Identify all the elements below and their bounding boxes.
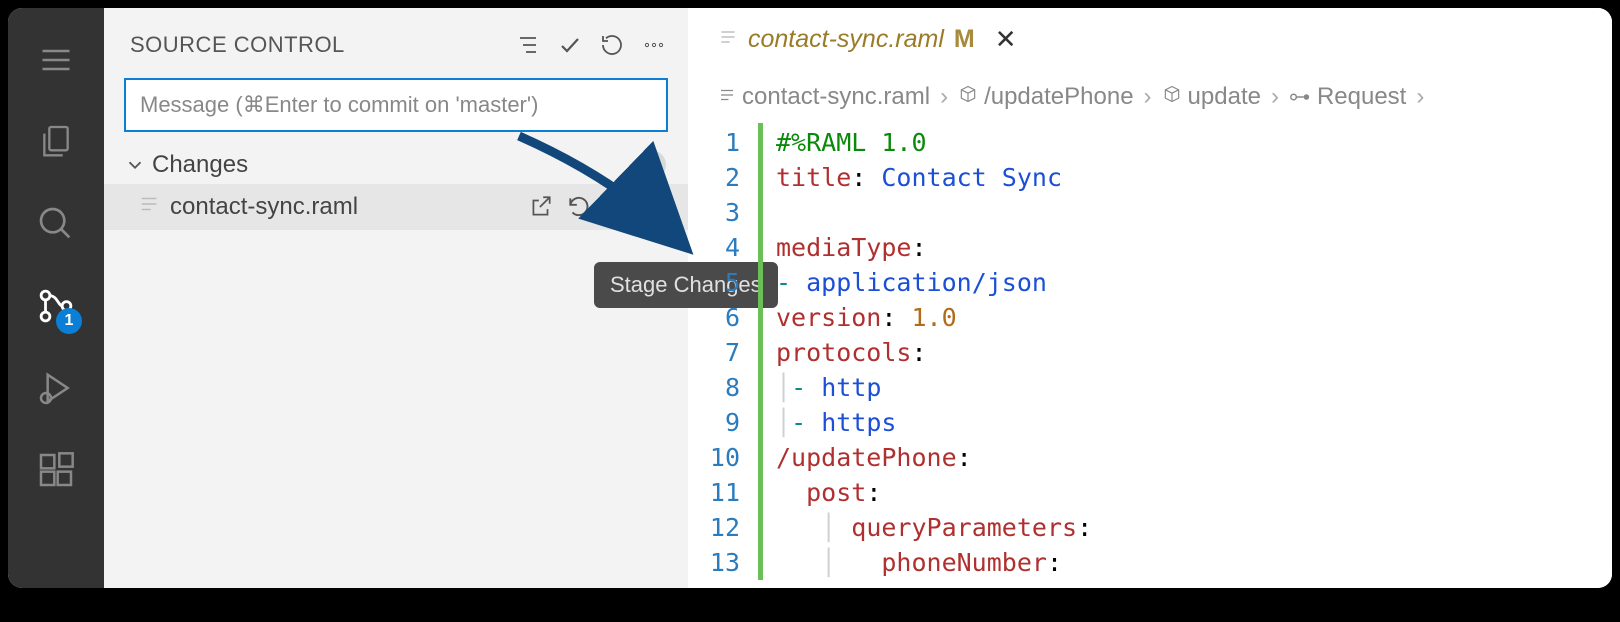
tab-file-status: M — [954, 25, 975, 54]
breadcrumb-seg-2-label: update — [1188, 83, 1261, 111]
code-line[interactable]: 12 │ queryParameters: — [688, 510, 1612, 545]
breadcrumb-file-label: contact-sync.raml — [742, 83, 930, 111]
debug-icon[interactable] — [32, 364, 80, 412]
changed-file-name: contact-sync.raml — [170, 193, 526, 221]
link-icon — [1289, 83, 1311, 111]
stage-changes-button[interactable] — [602, 192, 632, 222]
breadcrumb-seg-3-label: Request — [1317, 83, 1406, 111]
search-icon[interactable] — [32, 200, 80, 248]
editor-area: contact-sync.raml M ✕ contact-sync.raml … — [688, 8, 1612, 588]
source-control-panel: SOURCE CONTROL — [104, 8, 688, 588]
diff-gutter-indicator — [758, 123, 763, 580]
line-number: 9 — [688, 405, 750, 440]
line-number: 5 — [688, 265, 750, 300]
code-editor[interactable]: 1#%RAML 1.02title: Contact Sync34mediaTy… — [688, 119, 1612, 580]
line-number: 4 — [688, 230, 750, 265]
code-text: - application/json — [750, 265, 1047, 300]
open-file-icon[interactable] — [526, 192, 556, 222]
changed-file-row[interactable]: contact-sync.raml M — [104, 184, 688, 230]
breadcrumb-seg-2[interactable]: update — [1162, 83, 1261, 111]
commit-icon[interactable] — [558, 33, 582, 57]
code-line[interactable]: 3 — [688, 195, 1612, 230]
code-line[interactable]: 11 post: — [688, 475, 1612, 510]
chevron-down-icon — [124, 154, 146, 176]
code-text: #%RAML 1.0 — [750, 125, 927, 160]
code-text: /updatePhone: — [750, 440, 972, 475]
file-icon — [718, 25, 738, 54]
tab-file-name: contact-sync.raml — [748, 25, 944, 54]
code-line[interactable]: 2title: Contact Sync — [688, 160, 1612, 195]
breadcrumb: contact-sync.raml › /updatePhone › updat… — [688, 61, 1612, 119]
chevron-right-icon: › — [1416, 83, 1424, 111]
line-number: 13 — [688, 545, 750, 580]
code-line[interactable]: 13 │ phoneNumber: — [688, 545, 1612, 580]
menu-icon[interactable] — [32, 36, 80, 84]
refresh-icon[interactable] — [600, 33, 624, 57]
code-line[interactable]: 6version: 1.0 — [688, 300, 1612, 335]
file-icon — [138, 193, 160, 222]
line-number: 12 — [688, 510, 750, 545]
code-line[interactable]: 10/updatePhone: — [688, 440, 1612, 475]
cube-icon — [958, 83, 978, 111]
code-text: │- https — [750, 405, 896, 440]
line-number: 3 — [688, 195, 750, 230]
chevron-right-icon: › — [1144, 83, 1152, 111]
changes-section[interactable]: Changes 1 — [104, 146, 688, 184]
changes-label: Changes — [152, 151, 636, 179]
editor-tab[interactable]: contact-sync.raml M ✕ — [718, 24, 1017, 55]
code-line[interactable]: 1#%RAML 1.0 — [688, 125, 1612, 160]
line-number: 7 — [688, 335, 750, 370]
breadcrumb-file[interactable]: contact-sync.raml — [718, 83, 930, 111]
chevron-right-icon: › — [940, 83, 948, 111]
line-number: 1 — [688, 125, 750, 160]
line-number: 10 — [688, 440, 750, 475]
code-line[interactable]: 9│- https — [688, 405, 1612, 440]
code-text: │ phoneNumber: — [750, 545, 1062, 580]
line-number: 8 — [688, 370, 750, 405]
file-icon — [718, 83, 736, 111]
chevron-right-icon: › — [1271, 83, 1279, 111]
line-number: 6 — [688, 300, 750, 335]
commit-message-input[interactable] — [140, 92, 652, 118]
code-text: mediaType: — [750, 230, 927, 265]
file-status-badge: M — [648, 193, 668, 221]
code-line[interactable]: 8│- http — [688, 370, 1612, 405]
discard-changes-icon[interactable] — [564, 192, 594, 222]
code-text: │- http — [750, 370, 881, 405]
scm-badge: 1 — [56, 308, 82, 334]
panel-title: SOURCE CONTROL — [130, 32, 516, 58]
breadcrumb-seg-3[interactable]: Request — [1289, 83, 1406, 111]
code-line[interactable]: 7protocols: — [688, 335, 1612, 370]
code-text: title: Contact Sync — [750, 160, 1062, 195]
extensions-icon[interactable] — [32, 446, 80, 494]
code-text: protocols: — [750, 335, 927, 370]
view-tree-icon[interactable] — [516, 33, 540, 57]
changes-count-badge: 1 — [636, 150, 666, 180]
activity-bar: 1 — [8, 8, 104, 588]
code-text: │ queryParameters: — [750, 510, 1092, 545]
cube-icon — [1162, 83, 1182, 111]
editor-tabs: contact-sync.raml M ✕ — [688, 8, 1612, 61]
code-line[interactable]: 5- application/json — [688, 265, 1612, 300]
commit-message-box[interactable] — [124, 78, 668, 132]
close-tab-icon[interactable]: ✕ — [995, 24, 1017, 55]
explorer-icon[interactable] — [32, 118, 80, 166]
more-icon[interactable] — [642, 33, 666, 57]
breadcrumb-seg-1[interactable]: /updatePhone — [958, 83, 1133, 111]
code-text: version: 1.0 — [750, 300, 957, 335]
code-line[interactable]: 4mediaType: — [688, 230, 1612, 265]
line-number: 2 — [688, 160, 750, 195]
breadcrumb-seg-1-label: /updatePhone — [984, 83, 1133, 111]
code-text: post: — [750, 475, 881, 510]
source-control-icon[interactable]: 1 — [32, 282, 80, 330]
line-number: 11 — [688, 475, 750, 510]
